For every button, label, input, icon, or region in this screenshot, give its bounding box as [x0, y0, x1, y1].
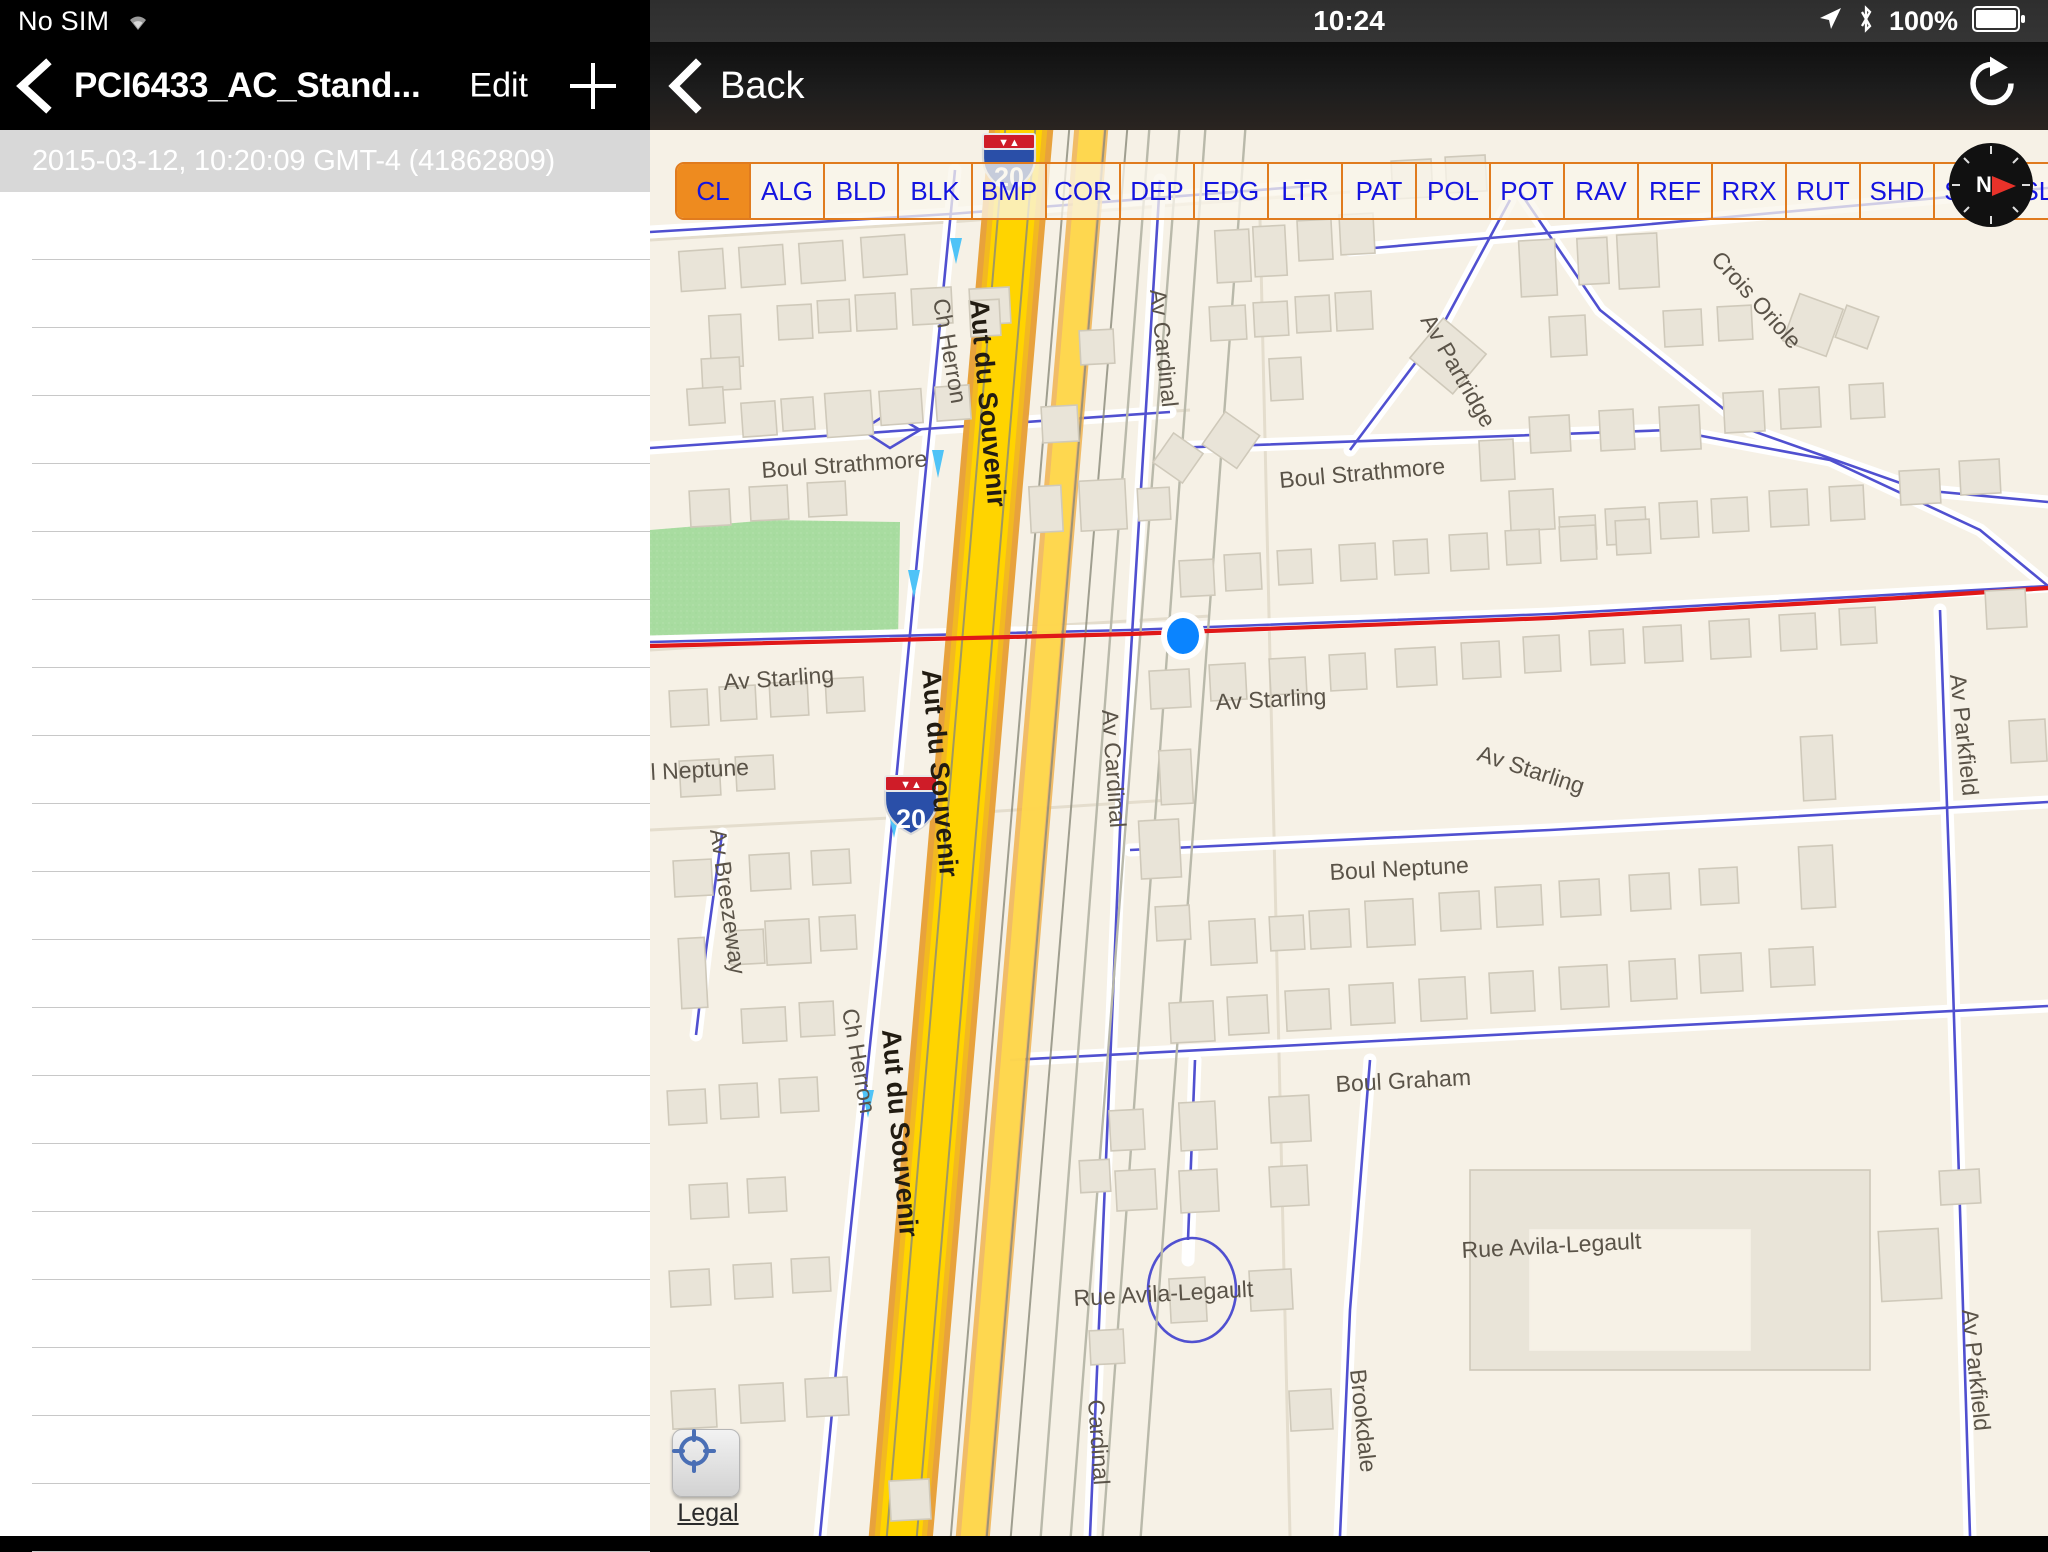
- empty-list-row[interactable]: [32, 1144, 650, 1212]
- back-button-label: Back: [720, 64, 805, 107]
- segment-rav[interactable]: RAV: [1565, 164, 1639, 218]
- right-panel: 10:24 100% Back Boul Strathmore Boul Str…: [650, 0, 2048, 1536]
- back-chevron-icon[interactable]: [14, 58, 56, 114]
- refresh-icon[interactable]: [1964, 56, 2020, 117]
- empty-list-row[interactable]: [32, 1484, 650, 1552]
- legal-control[interactable]: Legal: [672, 1429, 744, 1528]
- segment-pot[interactable]: POT: [1491, 164, 1565, 218]
- segment-edg[interactable]: EDG: [1195, 164, 1269, 218]
- empty-list-row[interactable]: [32, 260, 650, 328]
- layer-segmented-control[interactable]: CL ALG BLD BLK BMP COR DEP EDG LTR PAT POL POT RAV RE…: [675, 162, 2048, 220]
- empty-list-row[interactable]: [32, 532, 650, 600]
- map-canvas: ▼▲ 20: [650, 130, 2048, 1536]
- empty-list-row[interactable]: [32, 1008, 650, 1076]
- segment-bmp[interactable]: BMP: [973, 164, 1047, 218]
- segment-dep[interactable]: DEP: [1121, 164, 1195, 218]
- legal-label[interactable]: Legal: [672, 1499, 744, 1528]
- bluetooth-icon: [1857, 4, 1875, 38]
- page-title: PCI6433_AC_Stand...: [74, 66, 421, 105]
- segment-shd[interactable]: SHD: [1861, 164, 1935, 218]
- segment-blk[interactable]: BLK: [899, 164, 973, 218]
- segment-rrx[interactable]: RRX: [1713, 164, 1787, 218]
- segment-cor[interactable]: COR: [1047, 164, 1121, 218]
- crosshair-icon[interactable]: [672, 1429, 740, 1497]
- segment-rut[interactable]: RUT: [1787, 164, 1861, 218]
- compass-rose-icon[interactable]: N: [1948, 142, 2034, 228]
- map-view[interactable]: ▼▲ 20: [650, 130, 2048, 1536]
- right-nav-bar: Back: [650, 42, 2048, 130]
- left-panel: No SIM PCI6433_AC_Stand... Edit 2015-03-…: [0, 0, 650, 1552]
- segment-ref[interactable]: REF: [1639, 164, 1713, 218]
- wifi-icon: [121, 6, 155, 37]
- list-item-label: 2015-03-12, 10:20:09 GMT-4 (41862809): [32, 144, 556, 177]
- battery-percent-label: 100%: [1888, 5, 1958, 36]
- empty-list-row[interactable]: [32, 600, 650, 668]
- segment-pat[interactable]: PAT: [1343, 164, 1417, 218]
- left-nav-bar: PCI6433_AC_Stand... Edit: [0, 42, 650, 130]
- empty-list-row[interactable]: [32, 192, 650, 260]
- empty-list-row[interactable]: [32, 464, 650, 532]
- street-label: l Neptune: [650, 754, 750, 785]
- battery-full-icon: [1972, 5, 2026, 37]
- empty-list-row[interactable]: [32, 328, 650, 396]
- status-indicators: 100%: [1817, 4, 2026, 38]
- plus-icon[interactable]: [570, 63, 616, 109]
- back-chevron-icon: [668, 58, 702, 114]
- left-status-bar: No SIM: [0, 0, 650, 42]
- empty-list-row[interactable]: [32, 1348, 650, 1416]
- segment-pol[interactable]: POL: [1417, 164, 1491, 218]
- session-list: 2015-03-12, 10:20:09 GMT-4 (41862809): [0, 130, 650, 1552]
- empty-list-row[interactable]: [32, 736, 650, 804]
- empty-list-row[interactable]: [32, 1076, 650, 1144]
- edit-button[interactable]: Edit: [469, 67, 528, 106]
- empty-list-row[interactable]: [32, 1280, 650, 1348]
- empty-list-row[interactable]: [32, 1416, 650, 1484]
- back-button[interactable]: Back: [666, 58, 804, 114]
- carrier-label: No SIM: [18, 5, 110, 36]
- segment-alg[interactable]: ALG: [751, 164, 825, 218]
- empty-list-row[interactable]: [32, 1212, 650, 1280]
- current-location-dot: [1161, 612, 1205, 660]
- empty-list-row[interactable]: [32, 396, 650, 464]
- compass-north-label: N: [1976, 172, 1992, 197]
- segment-cl[interactable]: CL: [677, 164, 751, 218]
- list-item-selected[interactable]: 2015-03-12, 10:20:09 GMT-4 (41862809): [0, 130, 650, 192]
- empty-rows-container: [0, 192, 650, 1552]
- segment-ltr[interactable]: LTR: [1269, 164, 1343, 218]
- empty-list-row[interactable]: [32, 804, 650, 872]
- empty-list-row[interactable]: [32, 872, 650, 940]
- location-arrow-icon: [1817, 6, 1843, 37]
- empty-list-row[interactable]: [32, 668, 650, 736]
- empty-list-row[interactable]: [32, 940, 650, 1008]
- app-root: No SIM PCI6433_AC_Stand... Edit 2015-03-…: [0, 0, 2048, 1552]
- segment-bld[interactable]: BLD: [825, 164, 899, 218]
- right-status-bar: 10:24 100%: [650, 0, 2048, 42]
